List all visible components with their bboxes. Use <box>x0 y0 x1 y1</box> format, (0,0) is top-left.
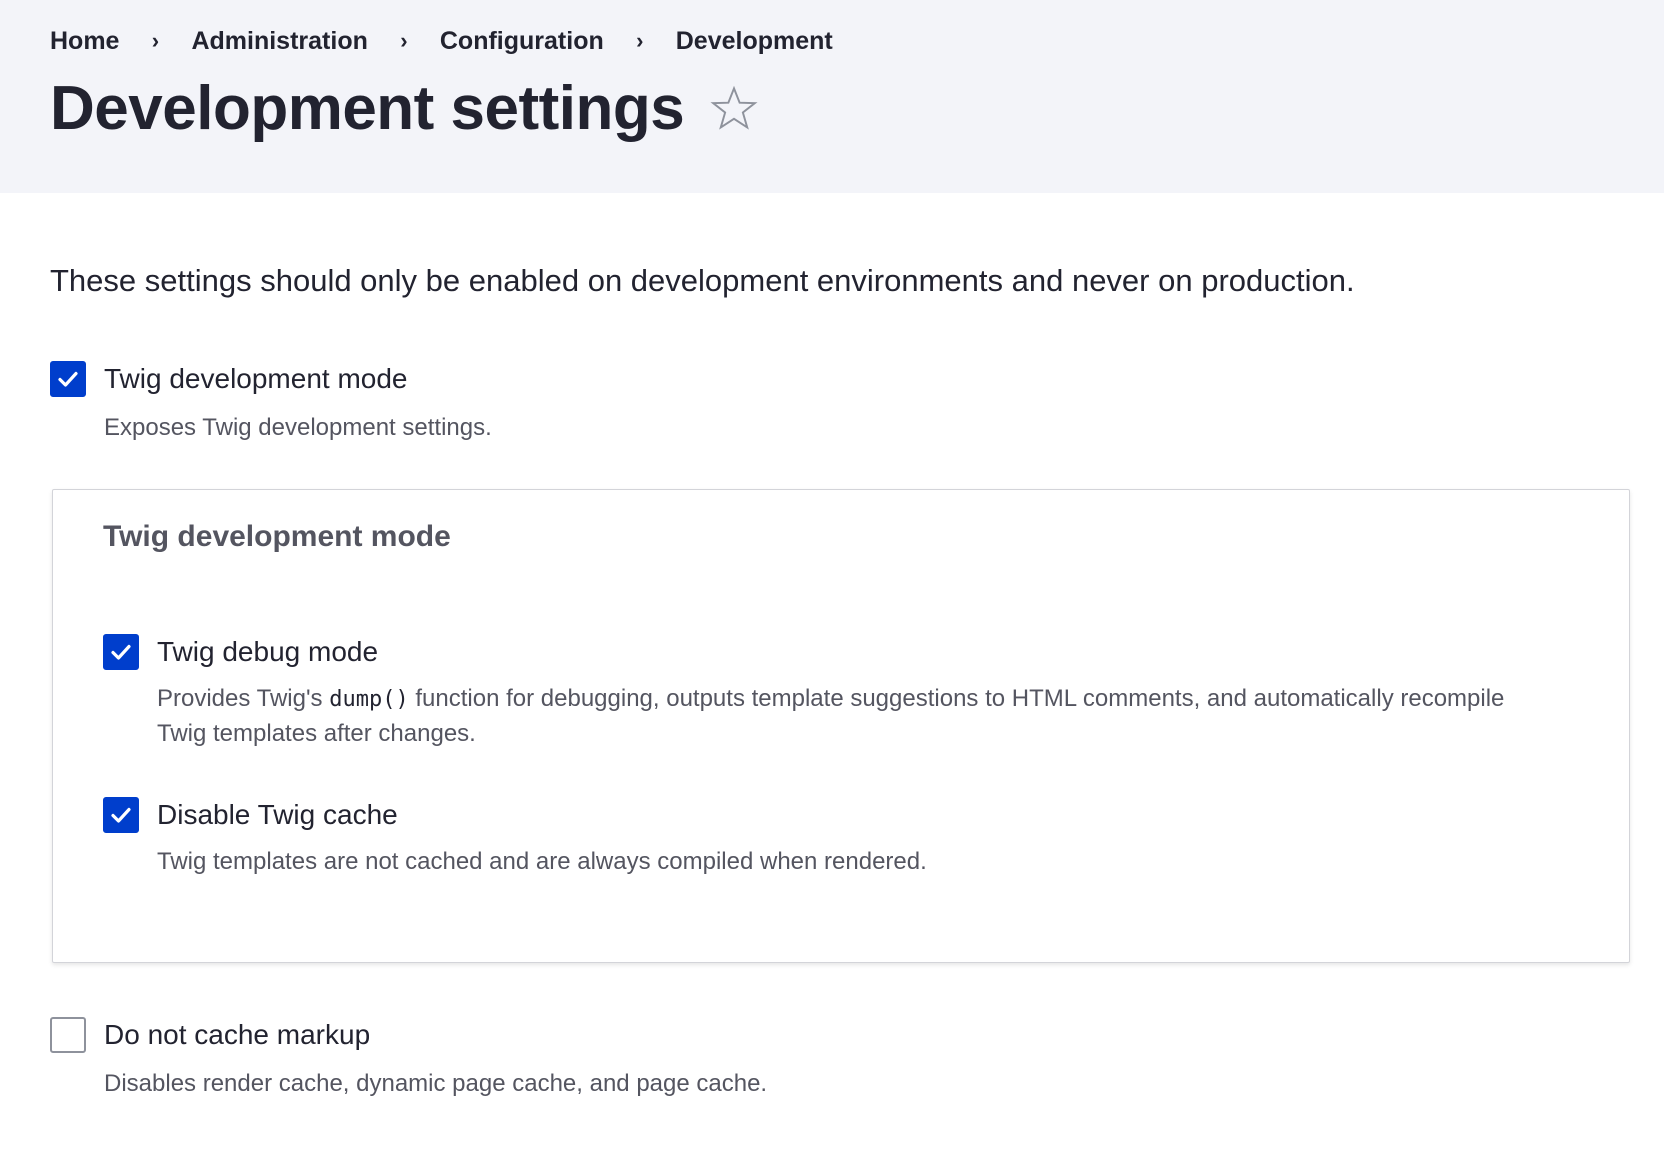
twig-debug-mode-label[interactable]: Twig debug mode <box>157 636 378 668</box>
breadcrumb-development: Development <box>675 26 833 55</box>
breadcrumb-configuration[interactable]: Configuration <box>440 27 604 56</box>
dump-function-code: dump() <box>329 687 409 712</box>
twig-debug-mode-description: Provides Twig's dump() function for debu… <box>157 682 1557 751</box>
page-header: Home › Administration › Configuration › … <box>0 0 1664 193</box>
checkmark-icon <box>58 371 78 387</box>
do-not-cache-markup-label[interactable]: Do not cache markup <box>104 1019 370 1051</box>
twig-development-mode-field: Twig development mode Exposes Twig devel… <box>50 361 1614 445</box>
description-text: Provides Twig's <box>157 685 330 712</box>
breadcrumb: Home › Administration › Configuration › … <box>50 24 1614 58</box>
disable-twig-cache-checkbox[interactable] <box>103 797 139 833</box>
breadcrumb-administration[interactable]: Administration <box>191 27 367 56</box>
page-title: Development settings <box>50 74 685 143</box>
do-not-cache-markup-field: Do not cache markup Disables render cach… <box>50 1017 1614 1101</box>
twig-development-fieldset: Twig development mode Twig debug mode Pr… <box>52 489 1630 963</box>
twig-development-mode-checkbox[interactable] <box>50 361 86 397</box>
intro-text: These settings should only be enabled on… <box>50 263 1355 298</box>
twig-debug-mode-field: Twig debug mode Provides Twig's dump() f… <box>103 634 1579 751</box>
twig-development-mode-label[interactable]: Twig development mode <box>104 363 408 395</box>
disable-twig-cache-field: Disable Twig cache Twig templates are no… <box>103 797 1579 879</box>
do-not-cache-markup-checkbox[interactable] <box>50 1017 86 1053</box>
main-content: These settings should only be enabled on… <box>0 263 1664 1101</box>
star-outline-icon[interactable] <box>708 83 760 135</box>
breadcrumb-separator-icon: › <box>636 28 644 53</box>
disable-twig-cache-description: Twig templates are not cached and are al… <box>157 848 927 875</box>
twig-debug-mode-checkbox[interactable] <box>103 634 139 670</box>
disable-twig-cache-label[interactable]: Disable Twig cache <box>157 799 398 831</box>
fieldset-legend: Twig development mode <box>103 520 451 553</box>
checkmark-icon <box>111 644 131 660</box>
breadcrumb-separator-icon: › <box>400 28 408 53</box>
checkmark-icon <box>111 807 131 823</box>
title-row: Development settings <box>50 78 1614 140</box>
breadcrumb-home[interactable]: Home <box>50 27 119 56</box>
do-not-cache-markup-description: Disables render cache, dynamic page cach… <box>104 1070 768 1097</box>
twig-development-mode-description: Exposes Twig development settings. <box>104 414 492 441</box>
breadcrumb-separator-icon: › <box>151 28 160 53</box>
